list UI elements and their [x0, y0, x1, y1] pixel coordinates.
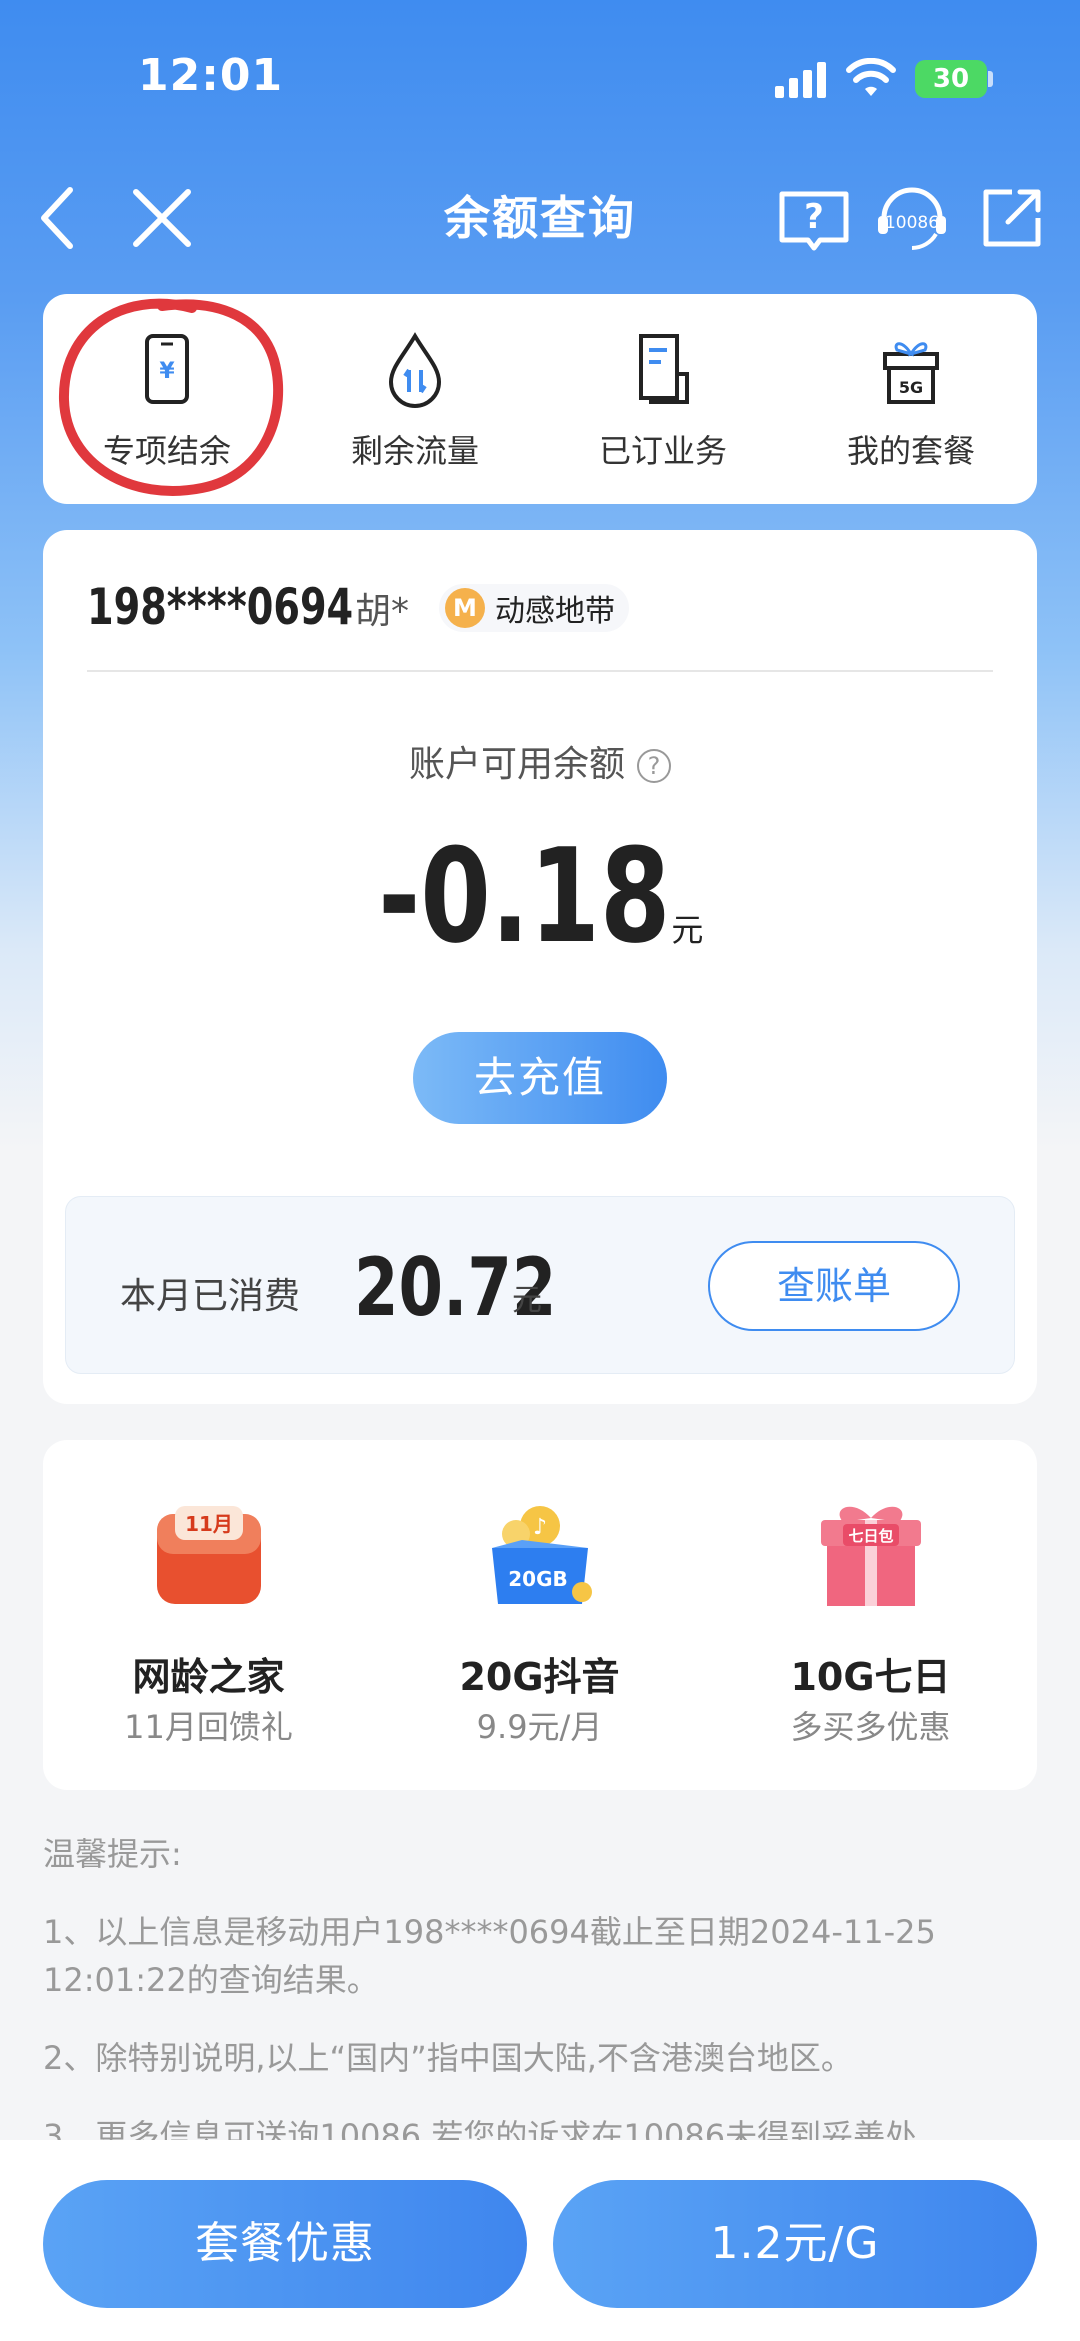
- balance-amount: -0.18: [377, 820, 671, 972]
- data-price-button[interactable]: 1.2元/G: [553, 2180, 1037, 2308]
- promo-item-loyalty[interactable]: 11月 网龄之家 11月回馈礼: [43, 1440, 374, 1790]
- tips-heading: 温馨提示:: [43, 1835, 182, 1873]
- svg-text:♪: ♪: [533, 1515, 547, 1540]
- calendar-icon: 11月: [157, 1506, 261, 1604]
- gift-5g-icon: 5G: [883, 342, 939, 404]
- balance-amount-row: -0.18元: [43, 820, 1037, 972]
- data-drop-icon: [388, 332, 442, 408]
- promo-title: 10G七日: [790, 1655, 951, 1699]
- promo-title: 网龄之家: [132, 1655, 285, 1699]
- user-name: 胡*: [355, 591, 410, 632]
- calendar-label: 11月: [185, 1512, 233, 1536]
- balance-card: 198****0694 胡* M 动感地带 账户可用余额? -0.18元 去充值…: [43, 530, 1037, 1404]
- svg-text:5G: 5G: [899, 378, 923, 397]
- data-package-icon: ♪ 20GB: [492, 1506, 592, 1604]
- service-number-label: 10086: [885, 213, 939, 233]
- promo-subtitle: 11月回馈礼: [124, 1708, 293, 1746]
- quick-my-plan[interactable]: 5G 我的套餐: [787, 294, 1035, 504]
- brand-name: 动感地带: [495, 594, 615, 629]
- gift-box-label: 七日包: [848, 1527, 893, 1545]
- navigation-bar: 余额查询 ? 10086: [0, 160, 1080, 290]
- bottom-action-bar: 套餐优惠 1.2元/G: [0, 2140, 1080, 2341]
- status-bar: 12:01 30: [0, 0, 1080, 160]
- promo-subtitle: 9.9元/月: [476, 1708, 603, 1746]
- divider: [87, 670, 993, 672]
- monthly-consumption-panel: 本月已消费 20.72 元 查账单: [65, 1196, 1015, 1374]
- wifi-icon: [846, 58, 896, 96]
- promo-title: 20G抖音: [459, 1655, 620, 1699]
- brand-logo-icon: M: [445, 588, 485, 628]
- balance-label-row: 账户可用余额?: [43, 735, 1037, 787]
- help-icon[interactable]: ?: [637, 749, 671, 783]
- quick-label: 剩余流量: [350, 432, 479, 470]
- annotation-circle: [58, 298, 284, 496]
- status-time: 12:01: [138, 50, 284, 101]
- quick-remaining-data[interactable]: 剩余流量: [291, 294, 539, 504]
- share-icon[interactable]: [972, 178, 1052, 258]
- svg-text:?: ?: [804, 197, 824, 237]
- quick-label: 我的套餐: [846, 432, 975, 470]
- balance-label: 账户可用余额: [408, 744, 625, 785]
- data-package-label: 20GB: [508, 1567, 568, 1591]
- gift-box-icon: 七日包: [821, 1506, 921, 1606]
- quick-subscribed-services[interactable]: 已订业务: [539, 294, 787, 504]
- cellular-signal-icon: [775, 62, 827, 98]
- brand-badge: M 动感地带: [439, 584, 629, 632]
- balance-unit: 元: [671, 911, 704, 949]
- tips-item-1: 1、以上信息是移动用户198****0694截止至日期2024-11-25 12…: [43, 1913, 936, 1999]
- consumed-unit: 元: [512, 1283, 542, 1318]
- phone-number: 198****0694: [87, 578, 354, 636]
- promo-item-douyin[interactable]: ♪ 20GB 20G抖音 9.9元/月: [374, 1440, 705, 1790]
- customer-service-icon[interactable]: 10086: [872, 178, 952, 258]
- tips-section: 温馨提示: 1、以上信息是移动用户198****0694截止至日期2024-11…: [43, 1830, 1037, 2190]
- promo-subtitle: 多买多优惠: [790, 1708, 951, 1746]
- tips-item-2: 2、除特别说明,以上“国内”指中国大陆,不含港澳台地区。: [43, 2039, 853, 2077]
- plan-offers-button[interactable]: 套餐优惠: [43, 2180, 527, 2308]
- promo-item-seven-day[interactable]: 七日包 10G七日 多买多优惠: [705, 1440, 1036, 1790]
- consumed-label: 本月已消费: [120, 1276, 301, 1317]
- promotions-card: 11月 网龄之家 11月回馈礼 ♪ 20GB 20G抖音 9.9元/月 七日包 …: [43, 1440, 1037, 1790]
- battery-indicator: 30: [915, 60, 987, 98]
- recharge-button[interactable]: 去充值: [413, 1032, 667, 1124]
- document-icon: [639, 334, 689, 404]
- battery-tip: [988, 71, 993, 87]
- help-book-icon[interactable]: ?: [774, 178, 854, 258]
- quick-label: 已订业务: [598, 432, 727, 470]
- view-bill-button[interactable]: 查账单: [708, 1241, 960, 1331]
